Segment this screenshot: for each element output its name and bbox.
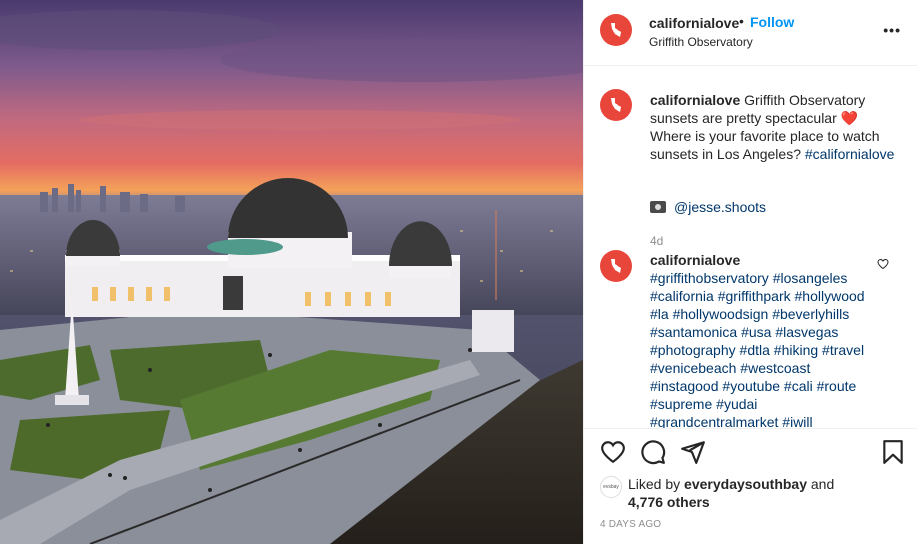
hashtag-link[interactable]: #la [650,306,669,322]
hashtag-link[interactable]: #beverlyhills [772,306,849,322]
like-comment-heart-icon[interactable] [877,258,889,270]
hashtag-link[interactable]: #usa [741,324,771,340]
hashtag-link[interactable]: #hiking [774,342,818,358]
hashtag-link[interactable]: #yudai [716,396,757,412]
post-actions: evsbay Liked by everydaysouthbay and 4,7… [584,428,917,544]
camera-icon [650,201,666,213]
california-heart-logo-icon [611,98,621,112]
post-photo[interactable] [0,0,583,544]
avatar[interactable] [600,14,632,46]
hashtag-link[interactable]: #venicebeach [650,360,736,376]
post-timestamp[interactable]: 4 DAYS AGO [600,519,661,530]
liker-username[interactable]: everydaysouthbay [684,476,807,492]
likes-summary: evsbay Liked by everydaysouthbay and 4,7… [600,475,834,511]
comments-section[interactable]: californialove Griffith Observatory suns… [584,67,917,428]
caption-text: californialove Griffith Observatory suns… [650,91,900,163]
bookmark-icon[interactable] [880,439,906,465]
post-details-panel: californialove • Follow Griffith Observa… [583,0,917,544]
likes-and: and [810,476,835,492]
hashtag-link[interactable]: #iwill [782,414,812,428]
share-icon[interactable] [680,439,706,465]
california-heart-logo-icon [611,259,621,273]
hashtag-link[interactable]: #griffithpark [718,288,791,304]
caption-hashtag[interactable]: #californialove [805,146,895,162]
follow-button[interactable]: Follow [750,14,794,30]
griffith-observatory-photo [0,0,583,544]
separator-dot: • [739,13,744,29]
photo-credit: @jesse.shoots [650,199,766,215]
hashtag-list: #griffithobservatory #losangeles #califo… [650,270,865,428]
hashtag-link[interactable]: #youtube [722,378,780,394]
hashtag-link[interactable]: #travel [822,342,864,358]
heart-icon[interactable] [600,439,626,465]
hashtag-link[interactable]: #route [817,378,857,394]
comment-icon[interactable] [640,439,666,465]
liked-by-label: Liked by [628,476,681,492]
hashtag-link[interactable]: #griffithobservatory [650,270,769,286]
hashtag-link[interactable]: #santamonica [650,324,737,340]
more-options-icon[interactable]: ••• [883,22,901,38]
post-header: californialove • Follow Griffith Observa… [584,0,917,66]
location-link[interactable]: Griffith Observatory [649,35,753,49]
california-heart-logo-icon [611,23,621,37]
avatar[interactable] [600,250,632,282]
credit-mention[interactable]: @jesse.shoots [674,199,766,215]
hashtag-link[interactable]: #dtla [740,342,770,358]
heart-emoji: ❤️ [840,110,859,126]
hashtag-link[interactable]: #cali [784,378,813,394]
hashtag-link[interactable]: #photography [650,342,736,358]
comment-username[interactable]: californialove [650,251,870,269]
likes-text: Liked by everydaysouthbay and 4,776 othe… [628,475,834,511]
avatar[interactable] [600,89,632,121]
hashtag-link[interactable]: #hollywoodsign [673,306,769,322]
comment-text: californialove #griffithobservatory #los… [650,251,870,428]
hashtag-link[interactable]: #california [650,288,714,304]
hashtag-link[interactable]: #lasvegas [775,324,838,340]
hashtag-link[interactable]: #supreme [650,396,712,412]
hashtag-link[interactable]: #hollywood [795,288,865,304]
caption-username[interactable]: californialove [650,92,740,108]
hashtag-link[interactable]: #instagood [650,378,719,394]
header-username[interactable]: californialove [649,15,739,31]
hashtag-link[interactable]: #losangeles [773,270,848,286]
hashtag-link[interactable]: #westcoast [740,360,810,376]
likes-count[interactable]: 4,776 others [628,494,710,510]
caption-timestamp[interactable]: 4d [650,234,663,248]
hashtag-link[interactable]: #grandcentralmarket [650,414,778,428]
liker-avatar[interactable]: evsbay [600,476,622,498]
